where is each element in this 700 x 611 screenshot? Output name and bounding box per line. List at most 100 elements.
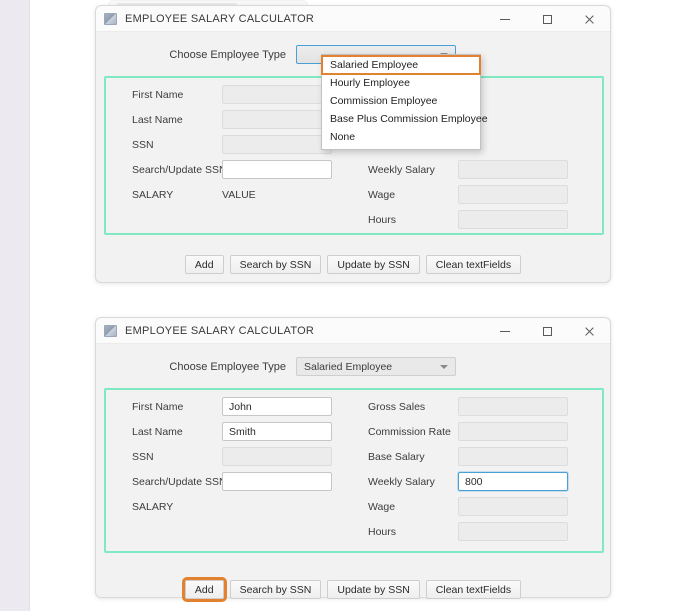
choose-employee-type-label: Choose Employee Type <box>169 360 286 373</box>
wage-label: Wage <box>368 500 396 513</box>
field-row-last-name: Last Name <box>132 110 332 129</box>
ssn-label: SSN <box>132 138 154 151</box>
field-row-first-name: First Name John <box>132 397 332 416</box>
weekly-salary-input[interactable] <box>458 160 568 179</box>
window1-titlebar[interactable]: EMPLOYEE SALARY CALCULATOR <box>96 6 610 32</box>
field-row-salary: SALARY <box>132 497 222 516</box>
update-by-ssn-button[interactable]: Update by SSN <box>327 580 420 599</box>
base-salary-label: Base Salary <box>368 450 425 463</box>
dropdown-option-none[interactable]: None <box>322 128 480 146</box>
base-salary-input[interactable] <box>458 447 568 466</box>
add-button[interactable]: Add <box>181 577 227 602</box>
field-row-weekly-salary: Weekly Salary 800 <box>368 472 568 491</box>
field-row-search-update-ssn: Search/Update SSN <box>132 472 332 491</box>
ssn-input[interactable] <box>222 447 332 466</box>
last-name-input[interactable] <box>222 110 332 129</box>
window2-titlebar[interactable]: EMPLOYEE SALARY CALCULATOR <box>96 318 610 344</box>
window2-controls <box>484 318 610 344</box>
last-name-input[interactable]: Smith <box>222 422 332 441</box>
app-icon <box>104 12 117 25</box>
weekly-salary-label: Weekly Salary <box>368 475 435 488</box>
field-row-hours: Hours <box>368 522 568 541</box>
close-button[interactable] <box>568 318 610 344</box>
window1-button-bar: Add Search by SSN Update by SSN Clean te… <box>96 255 610 274</box>
update-by-ssn-button[interactable]: Update by SSN <box>327 255 420 274</box>
clean-textfields-button[interactable]: Clean textFields <box>425 255 522 274</box>
wage-input[interactable] <box>458 497 568 516</box>
last-name-label: Last Name <box>132 113 183 126</box>
screenshot-canvas: EMPLOYEE SALARY CALCULATOR Choose Employ… <box>0 0 700 611</box>
chevron-down-icon <box>440 364 448 369</box>
window1-controls <box>484 6 610 32</box>
first-name-label: First Name <box>132 88 184 101</box>
field-row-first-name: First Name <box>132 85 332 104</box>
add-button[interactable]: Add <box>184 255 224 274</box>
salary-value: VALUE <box>222 188 256 201</box>
employee-type-dropdown-list[interactable]: Salaried Employee Hourly Employee Commis… <box>321 54 488 150</box>
maximize-icon <box>542 326 552 336</box>
minimize-icon <box>500 18 510 20</box>
employee-type-combobox[interactable]: Salaried Employee <box>296 357 456 376</box>
field-row-weekly-salary: Weekly Salary <box>368 160 568 179</box>
field-row-ssn: SSN <box>132 135 332 154</box>
clean-textfields-button[interactable]: Clean textFields <box>425 580 522 599</box>
maximize-button[interactable] <box>526 318 568 344</box>
weekly-salary-input[interactable]: 800 <box>458 472 568 491</box>
search-by-ssn-button[interactable]: Search by SSN <box>229 255 322 274</box>
search-update-ssn-label: Search/Update SSN <box>132 163 227 176</box>
window2-employee-type-row: Choose Employee Type Salaried Employee <box>96 357 610 376</box>
close-icon <box>584 326 594 336</box>
window-employee-salary-calculator-2: EMPLOYEE SALARY CALCULATOR Choose Employ… <box>95 317 611 602</box>
gross-sales-input[interactable] <box>458 397 568 416</box>
last-name-label: Last Name <box>132 425 183 438</box>
window1-title: EMPLOYEE SALARY CALCULATOR <box>125 12 315 25</box>
employee-type-combobox-value: Salaried Employee <box>304 360 393 373</box>
first-name-input[interactable]: John <box>222 397 332 416</box>
search-update-ssn-input[interactable] <box>222 472 332 491</box>
search-update-ssn-input[interactable] <box>222 160 332 179</box>
field-row-ssn: SSN <box>132 447 332 466</box>
first-name-input[interactable] <box>222 85 332 104</box>
field-row-base-salary: Base Salary <box>368 447 568 466</box>
window2-body: Choose Employee Type Salaried Employee F… <box>96 344 610 602</box>
maximize-button[interactable] <box>526 6 568 32</box>
salary-label: SALARY <box>132 188 174 201</box>
hours-label: Hours <box>368 213 397 226</box>
dropdown-option-base-plus-commission-employee[interactable]: Base Plus Commission Employee <box>322 110 488 128</box>
minimize-button[interactable] <box>484 6 526 32</box>
gross-sales-label: Gross Sales <box>368 400 426 413</box>
field-row-wage: Wage <box>368 185 568 204</box>
field-row-wage: Wage <box>368 497 568 516</box>
minimize-icon <box>500 330 510 332</box>
dropdown-option-commission-employee[interactable]: Commission Employee <box>322 92 480 110</box>
window-employee-salary-calculator-1: EMPLOYEE SALARY CALCULATOR Choose Employ… <box>95 5 611 283</box>
close-icon <box>584 14 594 24</box>
first-name-label: First Name <box>132 400 184 413</box>
field-row-commission-rate: Commission Rate <box>368 422 568 441</box>
search-update-ssn-label: Search/Update SSN <box>132 475 227 488</box>
field-row-gross-sales: Gross Sales <box>368 397 568 416</box>
window1-body: Choose Employee Type First Name Last Nam… <box>96 32 610 282</box>
window2-button-bar: Add Search by SSN Update by SSN Clean te… <box>96 577 610 602</box>
field-row-hours: Hours <box>368 210 568 229</box>
salary-label: SALARY <box>132 500 174 513</box>
field-row-last-name: Last Name Smith <box>132 422 332 441</box>
dropdown-option-salaried-employee[interactable]: Salaried Employee <box>321 55 481 75</box>
minimize-button[interactable] <box>484 318 526 344</box>
window2-title: EMPLOYEE SALARY CALCULATOR <box>125 324 315 337</box>
wage-input[interactable] <box>458 185 568 204</box>
weekly-salary-label: Weekly Salary <box>368 163 435 176</box>
wage-label: Wage <box>368 188 396 201</box>
hours-input[interactable] <box>458 210 568 229</box>
dropdown-option-hourly-employee[interactable]: Hourly Employee <box>322 74 480 92</box>
hours-label: Hours <box>368 525 397 538</box>
hours-input[interactable] <box>458 522 568 541</box>
ssn-input[interactable] <box>222 135 332 154</box>
search-by-ssn-button[interactable]: Search by SSN <box>229 580 322 599</box>
app-icon <box>104 324 117 337</box>
close-button[interactable] <box>568 6 610 32</box>
maximize-icon <box>542 14 552 24</box>
commission-rate-label: Commission Rate <box>368 425 451 438</box>
field-row-salary: SALARY VALUE <box>132 185 256 204</box>
commission-rate-input[interactable] <box>458 422 568 441</box>
